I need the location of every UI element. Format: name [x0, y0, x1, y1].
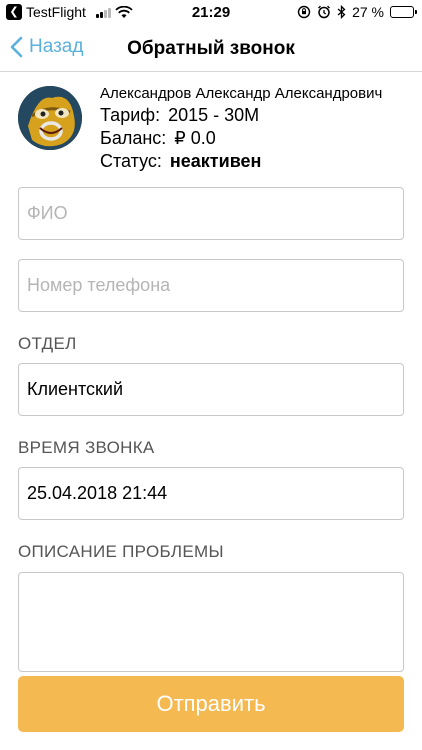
status-label: Статус: [100, 151, 162, 171]
profile-summary: Александров Александр Александрович Тари… [18, 84, 418, 174]
call-time-label: ВРЕМЯ ЗВОНКА [18, 438, 155, 457]
balance-value: ₽ 0.0 [174, 128, 216, 148]
phone-input[interactable] [18, 259, 404, 312]
avatar-character-icon [18, 86, 82, 150]
description-textarea[interactable] [18, 572, 404, 672]
status-bar: ❮ TestFlight 21:29 27 % [0, 0, 422, 26]
department-label: ОТДЕЛ [18, 334, 77, 353]
back-button-label: Назад [29, 36, 84, 57]
submit-button-label: Отправить [156, 691, 266, 716]
status-value: неактивен [169, 151, 262, 171]
call-time-value: 25.04.2018 21:44 [27, 483, 168, 503]
tariff-label: Тариф: [100, 105, 161, 125]
subscriber-info: Александров Александр Александрович Тари… [100, 84, 382, 173]
navigation-bar: Назад Обратный звонок [0, 26, 422, 72]
description-label: ОПИСАНИЕ ПРОБЛЕМЫ [18, 542, 224, 561]
balance-row: Баланс: ₽ 0.0 [100, 127, 382, 150]
chevron-left-icon [10, 36, 23, 58]
status-bar-right: 27 % [297, 4, 417, 20]
alarm-icon [318, 5, 331, 19]
subscriber-name: Александров Александр Александрович [100, 85, 383, 102]
avatar[interactable] [18, 86, 82, 150]
call-time-picker[interactable]: 25.04.2018 21:44 [18, 467, 404, 520]
department-value: Клиентский [27, 379, 124, 399]
department-select[interactable]: Клиентский [18, 363, 404, 416]
rotation-lock-icon [297, 5, 311, 19]
fio-input[interactable] [18, 187, 404, 240]
battery-icon [390, 6, 417, 18]
battery-percent: 27 % [352, 4, 384, 20]
submit-button[interactable]: Отправить [18, 676, 404, 732]
status-row: Статус: неактивен [100, 150, 382, 173]
back-button[interactable]: Назад [10, 36, 83, 58]
tariff-value: 2015 - 30M [168, 105, 260, 125]
bluetooth-icon [337, 5, 346, 19]
balance-label: Баланс: [100, 128, 167, 148]
tariff-row: Тариф: 2015 - 30M [100, 104, 382, 127]
